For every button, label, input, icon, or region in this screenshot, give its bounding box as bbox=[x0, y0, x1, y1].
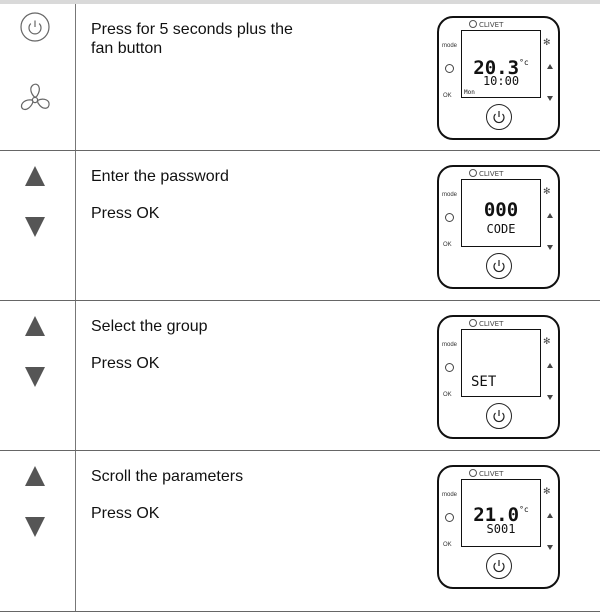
step-instruction: Select the group bbox=[91, 318, 208, 335]
lcd-group: SET bbox=[471, 374, 497, 390]
step-instruction-ok: Press OK bbox=[91, 505, 160, 522]
ok-button: OK bbox=[443, 392, 452, 398]
device-power-button-icon bbox=[486, 553, 512, 579]
device-power-button-icon bbox=[486, 253, 512, 279]
arrow-up-icon bbox=[25, 316, 45, 336]
device-power-button-icon bbox=[486, 403, 512, 429]
brand-logo-icon bbox=[469, 20, 477, 28]
arrow-up-icon bbox=[25, 466, 45, 486]
column-divider bbox=[75, 451, 76, 611]
clock-icon bbox=[445, 513, 454, 522]
brand-logo-icon bbox=[469, 319, 477, 327]
lcd-screen: 20.3°c 10:00 Mon bbox=[461, 30, 541, 98]
ok-button: OK bbox=[443, 542, 452, 548]
step-instruction: Enter the password bbox=[91, 168, 229, 185]
step-instruction-ok: Press OK bbox=[91, 205, 160, 222]
arrow-down-icon bbox=[25, 217, 45, 237]
clock-icon bbox=[445, 363, 454, 372]
step-instruction: Scroll the parameters bbox=[91, 468, 244, 485]
fan-button-icon: ✻ bbox=[543, 336, 551, 346]
down-button-icon bbox=[547, 245, 553, 250]
ok-button: OK bbox=[443, 242, 452, 248]
up-button-icon bbox=[547, 213, 553, 218]
arrow-up-icon bbox=[25, 166, 45, 186]
column-divider bbox=[75, 301, 76, 450]
device-power-button-icon bbox=[486, 104, 512, 130]
lcd-label: CODE bbox=[486, 222, 516, 236]
device-brand: CLIVET bbox=[469, 20, 503, 30]
up-button-icon bbox=[547, 513, 553, 518]
mode-button: mode bbox=[442, 192, 458, 198]
ok-button: OK bbox=[443, 93, 452, 99]
arrow-down-icon bbox=[25, 367, 45, 387]
device-brand: CLIVET bbox=[469, 319, 503, 329]
thermostat-display: CLIVET mode OK ✻ 21.0°c S001 bbox=[437, 465, 560, 589]
fan-icon bbox=[17, 82, 53, 118]
lcd-screen: 21.0°c S001 bbox=[461, 479, 541, 547]
step-instruction-ok: Press OK bbox=[91, 355, 160, 372]
mode-button: mode bbox=[442, 43, 458, 49]
column-divider bbox=[75, 151, 76, 300]
lcd-screen: SET bbox=[461, 329, 541, 397]
instruction-sheet: Press for 5 seconds plus the fan button … bbox=[0, 0, 600, 612]
thermostat-display: CLIVET mode OK ✻ 000 CODE bbox=[437, 165, 560, 289]
power-button-icon bbox=[20, 12, 50, 42]
brand-logo-icon bbox=[469, 469, 477, 477]
down-button-icon bbox=[547, 96, 553, 101]
step-3: Select the group Press OK CLIVET mode OK… bbox=[0, 300, 600, 450]
arrow-down-icon bbox=[25, 517, 45, 537]
lcd-time: 10:00 bbox=[482, 74, 520, 88]
fan-button-icon: ✻ bbox=[543, 186, 551, 196]
lcd-day: Mon bbox=[464, 89, 475, 96]
device-brand: CLIVET bbox=[469, 469, 503, 479]
up-button-icon bbox=[547, 64, 553, 69]
lcd-screen: 000 CODE bbox=[461, 179, 541, 247]
up-button-icon bbox=[547, 363, 553, 368]
clock-icon bbox=[445, 213, 454, 222]
mode-button: mode bbox=[442, 492, 458, 498]
step-instruction: Press for 5 seconds plus the fan button bbox=[91, 21, 293, 57]
thermostat-display: CLIVET mode OK ✻ SET bbox=[437, 315, 560, 439]
mode-button: mode bbox=[442, 342, 458, 348]
clock-icon bbox=[445, 64, 454, 73]
column-divider bbox=[75, 4, 76, 150]
down-button-icon bbox=[547, 395, 553, 400]
step-2: Enter the password Press OK CLIVET mode … bbox=[0, 150, 600, 300]
down-button-icon bbox=[547, 545, 553, 550]
device-brand: CLIVET bbox=[469, 169, 503, 179]
step-4: Scroll the parameters Press OK CLIVET mo… bbox=[0, 450, 600, 612]
fan-button-icon: ✻ bbox=[543, 486, 551, 496]
lcd-code: 000 bbox=[483, 199, 519, 221]
thermostat-display: CLIVET mode OK ✻ 20.3°c 10:00 Mon bbox=[437, 16, 560, 140]
fan-button-icon: ✻ bbox=[543, 37, 551, 47]
brand-logo-icon bbox=[469, 169, 477, 177]
step-1: Press for 5 seconds plus the fan button … bbox=[0, 4, 600, 150]
lcd-parameter: S001 bbox=[486, 522, 516, 536]
